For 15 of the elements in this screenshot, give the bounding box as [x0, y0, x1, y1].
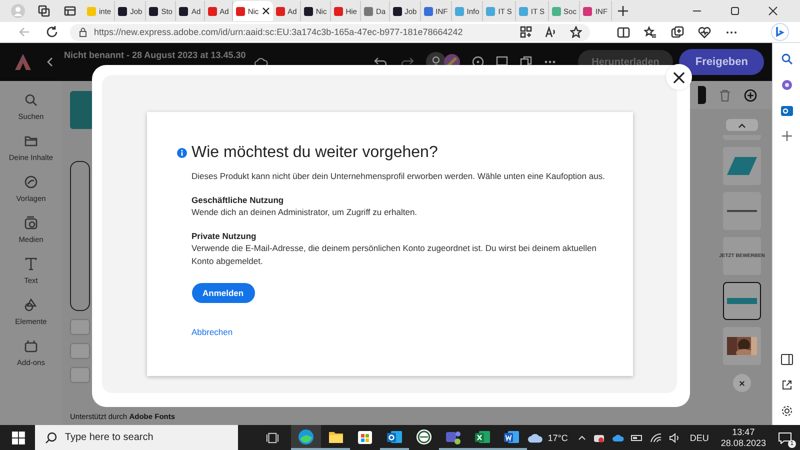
sign-in-button[interactable]: Anmelden [192, 283, 255, 303]
dialog-title: Wie möchtest du weiter vorgehen? [192, 144, 438, 162]
dialog-text: Dieses Produkt kann nicht über dein Unternehmensprofil erworben werden. Wähle unten eine Kaufoption aus. [192, 170, 605, 183]
section-text: Verwende die E-Mail-Adresse, die deinem persönlichen Konto zugeordnet ist. Du wirst bei deinem aktuellen Konto abgemeldet. [192, 242, 598, 268]
section-heading: Geschäftliche Nutzung [192, 195, 284, 205]
clock-time[interactable]: 13:47 [732, 426, 755, 438]
address-field[interactable]: https://new.express.adobe.com/id/urn:aaid:sc:EU:3a174c3b-165a-47ec-b977-181e78664242 [70, 24, 590, 40]
section-text: Wende dich an deinen Administrator, um Zugriff zu erhalten. [192, 206, 418, 219]
temperature-text[interactable]: 17°C [548, 432, 568, 442]
clock-date[interactable]: 28.08.2023 [720, 438, 766, 448]
document-title[interactable]: Nicht benannt - 28 August 2023 at 13.45.30 [64, 50, 246, 60]
cancel-link[interactable]: Abbrechen [192, 327, 233, 337]
search-field[interactable]: Type here to search [34, 425, 238, 450]
language-indicator[interactable]: DEU [690, 432, 709, 442]
section-heading: Private Nutzung [192, 231, 256, 241]
